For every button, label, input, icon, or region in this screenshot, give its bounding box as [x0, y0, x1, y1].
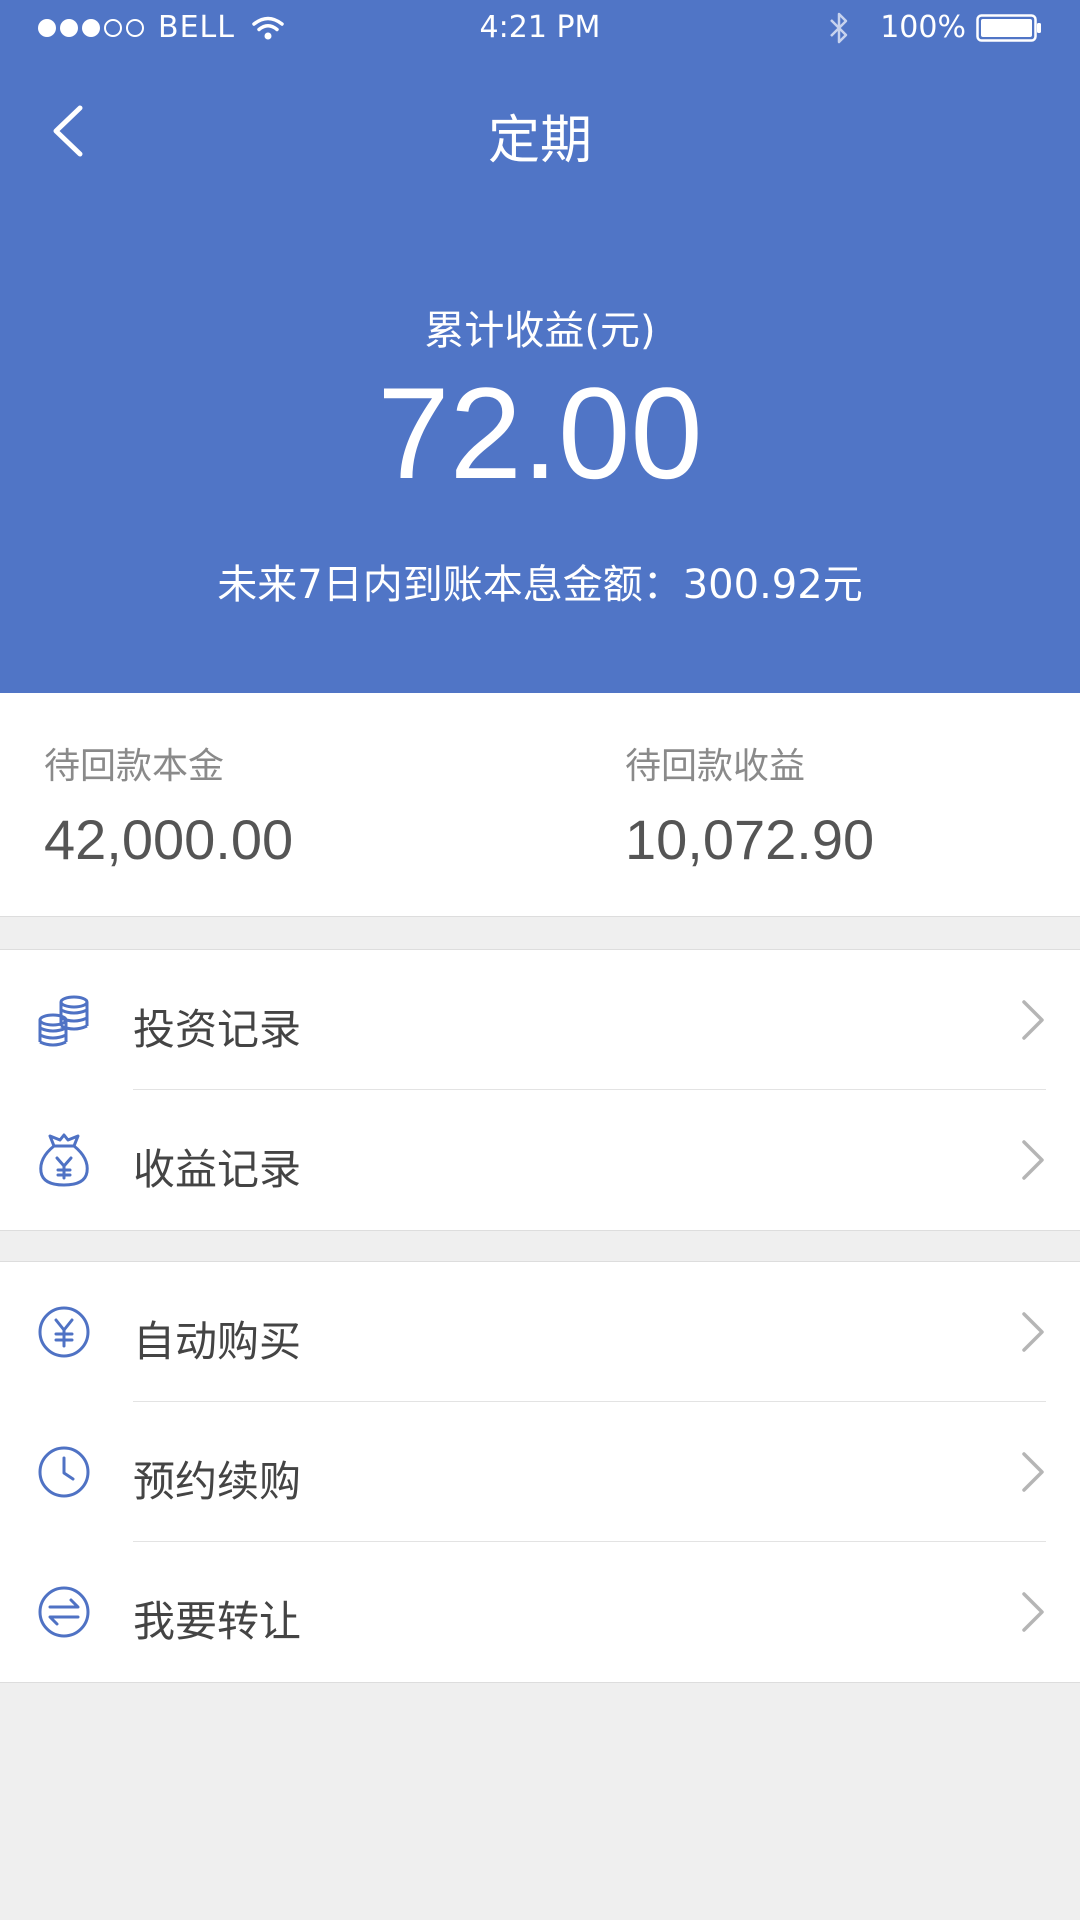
- menu-item-auto-purchase[interactable]: 自动购买: [0, 1262, 1080, 1402]
- menu-item-label: 投资记录: [133, 1005, 302, 1054]
- cumulative-earnings-value: 72.00: [377, 360, 703, 506]
- nav-bar: 定期: [0, 80, 1080, 180]
- stats-panel: 待回款本金 42,000.00 待回款收益 10,072.90: [0, 693, 1080, 917]
- page-title: 定期: [487, 111, 592, 171]
- chevron-right-icon: [1022, 1592, 1044, 1632]
- cumulative-earnings-label: 累计收益(元): [424, 308, 656, 354]
- menu-item-investment-records[interactable]: 投资记录: [0, 950, 1080, 1090]
- upcoming-receipts-note: 未来7日内到账本息金额：300.92元: [217, 562, 863, 608]
- menu-item-label: 预约续购: [133, 1457, 302, 1506]
- status-right: 100%: [828, 10, 1042, 45]
- chevron-right-icon: [1022, 1452, 1044, 1492]
- page: BELL 4:21 PM 100% 定期 累计收益(元) 72.00 未来7日内…: [0, 0, 1080, 1920]
- actions-menu: 自动购买 预约续购 我要转让: [0, 1261, 1080, 1683]
- stat-label: 待回款收益: [625, 746, 806, 787]
- chevron-right-icon: [1022, 1140, 1044, 1180]
- battery-icon: [976, 13, 1041, 42]
- menu-item-transfer[interactable]: 我要转让: [0, 1542, 1080, 1682]
- stat-value: 10,072.90: [625, 808, 875, 871]
- menu-item-label: 我要转让: [133, 1597, 302, 1646]
- clock-icon: [38, 1446, 90, 1498]
- menu-item-scheduled-renewal[interactable]: 预约续购: [0, 1402, 1080, 1542]
- menu-item-label: 收益记录: [133, 1145, 302, 1194]
- bluetooth-icon: [830, 12, 848, 43]
- menu-item-label: 自动购买: [133, 1317, 302, 1366]
- coins-icon: [38, 995, 89, 1047]
- summary-header: BELL 4:21 PM 100% 定期 累计收益(元) 72.00 未来7日内…: [0, 0, 1080, 693]
- menu-item-earnings-records[interactable]: 收益记录: [0, 1090, 1080, 1230]
- battery-percent: 100%: [880, 10, 966, 45]
- stat-principal: 待回款本金 42,000.00: [44, 737, 293, 872]
- stat-value: 42,000.00: [44, 808, 294, 871]
- chevron-right-icon: [1022, 1312, 1044, 1352]
- yuan-circle-icon: [38, 1306, 90, 1358]
- chevron-right-icon: [1022, 1000, 1044, 1040]
- stat-label: 待回款本金: [44, 746, 225, 787]
- records-menu: 投资记录 收益记录: [0, 949, 1080, 1231]
- transfer-icon: [38, 1586, 90, 1638]
- stat-earnings: 待回款收益 10,072.90: [625, 737, 874, 872]
- status-bar: BELL 4:21 PM 100%: [0, 0, 1080, 55]
- money-bag-icon: [39, 1133, 89, 1187]
